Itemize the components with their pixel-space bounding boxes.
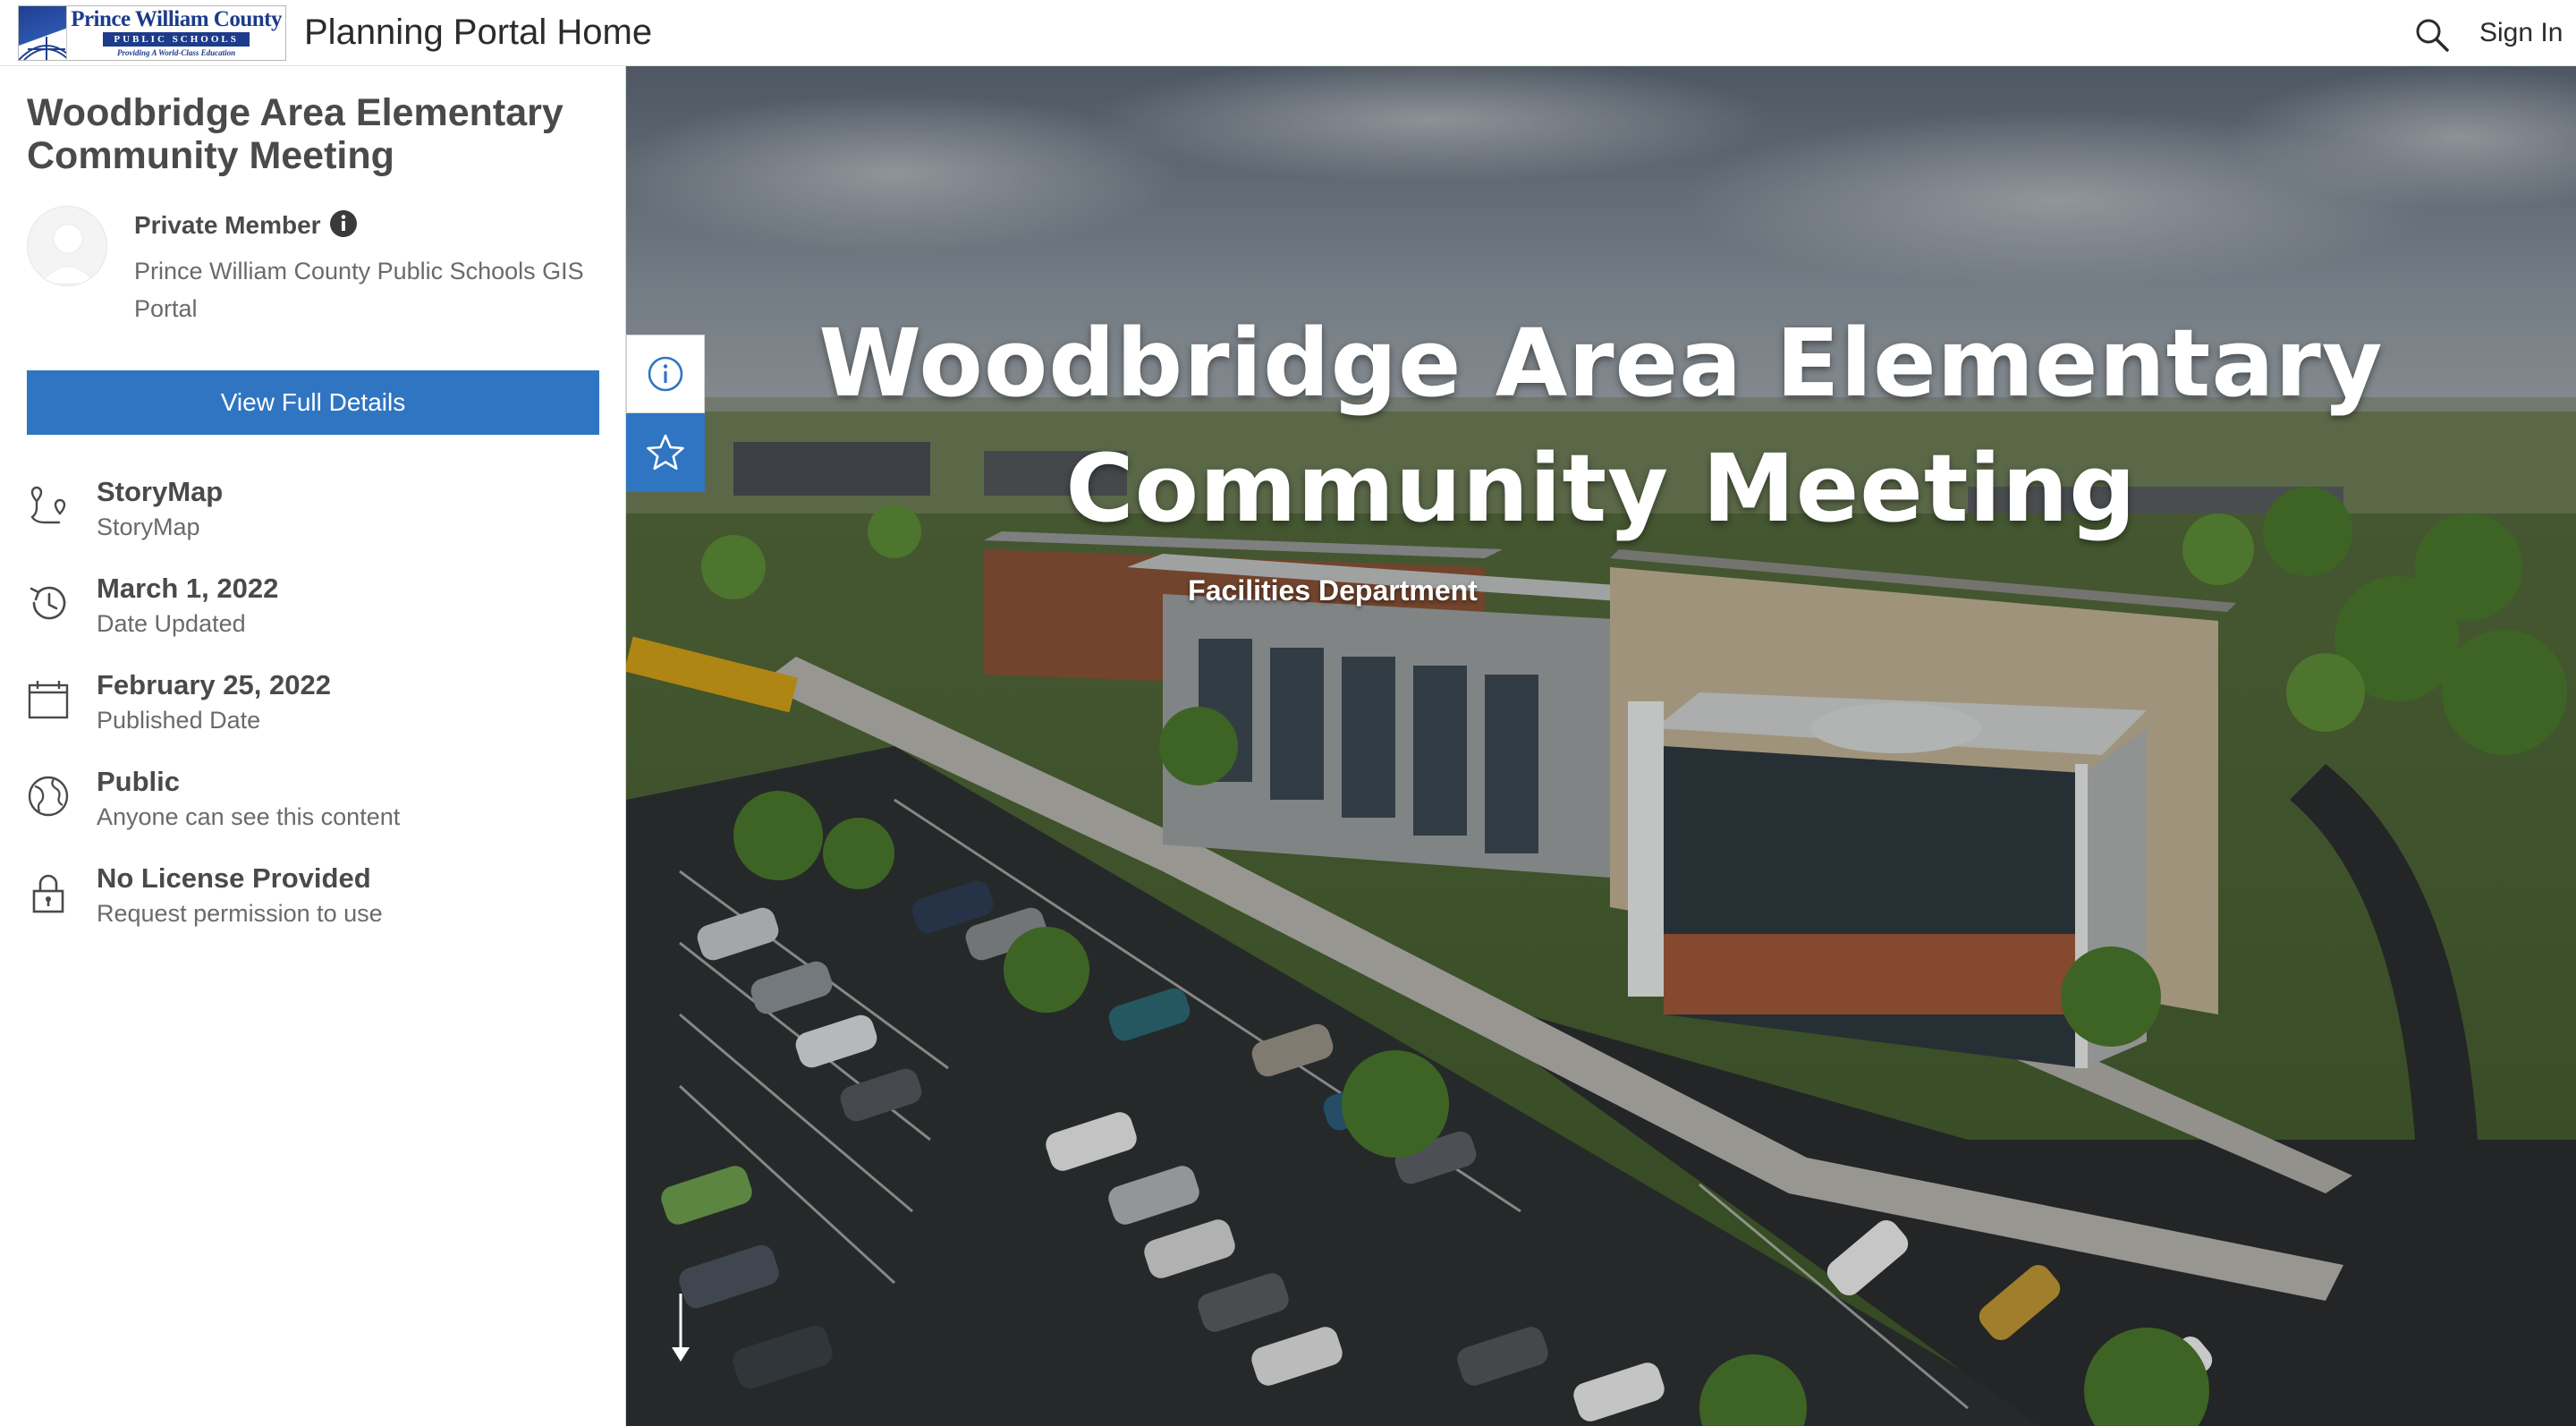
meta-title: No License Provided: [97, 862, 371, 894]
logo-tagline: Providing A World-Class Education: [117, 48, 236, 57]
meta-title: March 1, 2022: [97, 573, 279, 604]
storymap-icon: [30, 486, 66, 524]
meta-subtitle: Anyone can see this content: [97, 803, 401, 830]
meta-item-type: StoryMap StoryMap: [27, 476, 608, 547]
info-icon: [330, 210, 357, 237]
meta-title: February 25, 2022: [97, 669, 331, 700]
view-full-details-button[interactable]: View Full Details: [27, 370, 599, 435]
top-navigation-bar: Prince William County PUBLIC SCHOOLS Pro…: [0, 0, 2576, 66]
meta-subtitle: Published Date: [97, 707, 261, 734]
hero-title-line-2: Community Meeting: [1065, 434, 2137, 543]
portal-title[interactable]: Planning Portal Home: [304, 13, 652, 53]
search-icon: [2416, 19, 2449, 52]
item-title: Woodbridge Area Elementary Community Mee…: [27, 91, 564, 177]
sign-in-link[interactable]: Sign In: [2479, 18, 2563, 48]
owner-info-button[interactable]: [329, 209, 358, 238]
meta-date-updated: March 1, 2022 Date Updated: [27, 573, 608, 644]
item-details-panel: Woodbridge Area Elementary Community Mee…: [0, 66, 626, 1426]
owner-organization: Prince William County Public Schools GIS…: [134, 258, 584, 322]
logo-line-1: Prince William County: [71, 7, 282, 31]
globe-icon: [28, 776, 69, 817]
user-silhouette-icon: [38, 224, 97, 284]
pwcs-logo-mark: [19, 6, 68, 60]
hero-byline: Facilities Department: [1188, 574, 1478, 607]
meta-subtitle: Request permission to use: [97, 900, 383, 927]
logo-line-2: PUBLIC SCHOOLS: [103, 32, 250, 47]
meta-title: Public: [97, 766, 181, 797]
calendar-icon: [28, 681, 69, 719]
meta-published-date: February 25, 2022 Published Date: [27, 669, 608, 741]
hero-title: Woodbridge Area Elementary Community Mee…: [626, 301, 2576, 551]
owner-avatar[interactable]: [27, 206, 107, 286]
hero-title-line-1: Woodbridge Area Elementary: [818, 309, 2384, 418]
meta-license: No License Provided Request permission t…: [27, 862, 608, 934]
pwcs-logo[interactable]: Prince William County PUBLIC SCHOOLS Pro…: [18, 5, 286, 61]
scroll-down-button[interactable]: [667, 1292, 694, 1363]
hero-dim-overlay: [626, 66, 2576, 1426]
meta-sharing: Public Anyone can see this content: [27, 766, 608, 837]
pwcs-logo-wordmark: Prince William County PUBLIC SCHOOLS Pro…: [67, 6, 285, 60]
owner-name[interactable]: Private Member: [134, 211, 321, 240]
meta-subtitle: StoryMap: [97, 514, 200, 540]
star-icon: [647, 434, 684, 471]
meta-title: StoryMap: [97, 476, 224, 507]
info-icon: [648, 356, 683, 392]
search-button[interactable]: [2413, 16, 2451, 54]
history-icon: [30, 586, 66, 620]
arrow-down-icon: [672, 1294, 690, 1362]
item-info-tool-button[interactable]: [626, 335, 705, 413]
meta-subtitle: Date Updated: [97, 610, 246, 637]
favorite-tool-button[interactable]: [626, 413, 705, 492]
lock-icon: [32, 874, 64, 913]
storymap-hero-cover: Woodbridge Area Elementary Community Mee…: [626, 66, 2576, 1426]
